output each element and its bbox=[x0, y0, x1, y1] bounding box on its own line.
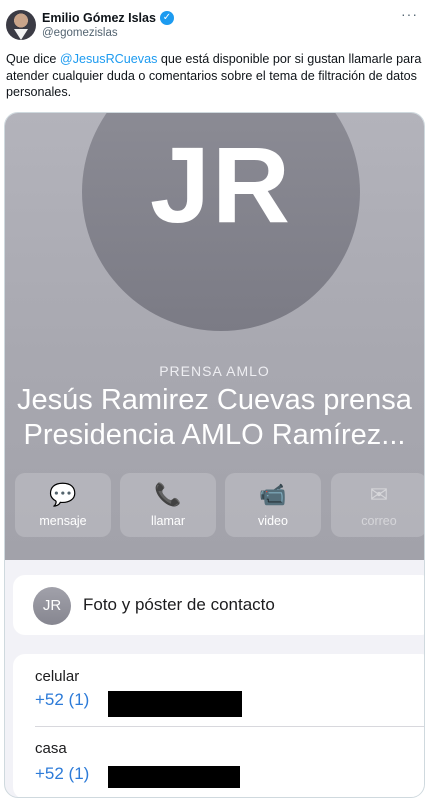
phone-label-home: casa bbox=[35, 740, 67, 757]
phone-label-mobile: celular bbox=[35, 668, 80, 685]
divider bbox=[35, 726, 424, 727]
verified-badge-icon: ✓ bbox=[160, 11, 174, 25]
monogram-circle: JR bbox=[82, 113, 360, 331]
author-avatar[interactable] bbox=[6, 10, 36, 40]
tweet-header: Emilio Gómez Islas ✓ @egomezislas ··· bbox=[0, 0, 436, 50]
redaction-bar bbox=[108, 691, 242, 717]
contact-name-line2: Presidencia AMLO Ramírez... bbox=[23, 419, 406, 451]
phone-number-home[interactable]: +52 (1) bbox=[35, 764, 89, 784]
contact-actions: 💬 mensaje 📞 llamar 📹 video ✉ correo bbox=[15, 473, 424, 537]
more-options-icon[interactable]: ··· bbox=[401, 6, 418, 22]
mention-link[interactable]: @JesusRCuevas bbox=[60, 52, 157, 66]
call-button[interactable]: 📞 llamar bbox=[120, 473, 216, 537]
contact-organization: PRENSA AMLO bbox=[159, 363, 270, 379]
contact-photo-poster-row[interactable]: JR Foto y póster de contacto bbox=[13, 575, 424, 635]
phone-icon: 📞 bbox=[154, 482, 182, 507]
contact-name: Jesús Ramirez Cuevas prensa Presidencia … bbox=[5, 383, 424, 453]
monogram: JR bbox=[149, 124, 293, 245]
video-camera-icon: 📹 bbox=[259, 482, 287, 507]
email-button[interactable]: ✉ correo bbox=[331, 473, 424, 537]
video-button[interactable]: 📹 video bbox=[225, 473, 321, 537]
message-button[interactable]: 💬 mensaje bbox=[15, 473, 111, 537]
tweet-text: Que dice @JesusRCuevas que está disponib… bbox=[6, 51, 426, 101]
tweet-media-image[interactable]: JR PRENSA AMLO Jesús Ramirez Cuevas pren… bbox=[4, 112, 425, 798]
message-bubble-icon: 💬 bbox=[49, 482, 77, 507]
contact-poster: JR PRENSA AMLO Jesús Ramirez Cuevas pren… bbox=[5, 113, 424, 560]
call-label: llamar bbox=[150, 514, 186, 528]
redaction-bar bbox=[108, 766, 240, 788]
email-label: correo bbox=[361, 514, 397, 528]
tweet-text-start: Que dice bbox=[6, 52, 60, 66]
author-name[interactable]: Emilio Gómez Islas bbox=[42, 11, 156, 25]
envelope-icon: ✉ bbox=[369, 482, 389, 507]
contact-name-line1: Jesús Ramirez Cuevas prensa bbox=[17, 384, 412, 416]
video-label: video bbox=[258, 514, 288, 528]
contact-photo-label: Foto y póster de contacto bbox=[83, 595, 275, 614]
author-handle[interactable]: @egomezislas bbox=[42, 27, 118, 39]
contact-mini-avatar: JR bbox=[33, 587, 71, 625]
phone-number-mobile[interactable]: +52 (1) bbox=[35, 690, 89, 710]
phone-numbers-card: celular +52 (1) casa +52 (1) bbox=[13, 654, 424, 797]
message-label: mensaje bbox=[39, 514, 87, 528]
